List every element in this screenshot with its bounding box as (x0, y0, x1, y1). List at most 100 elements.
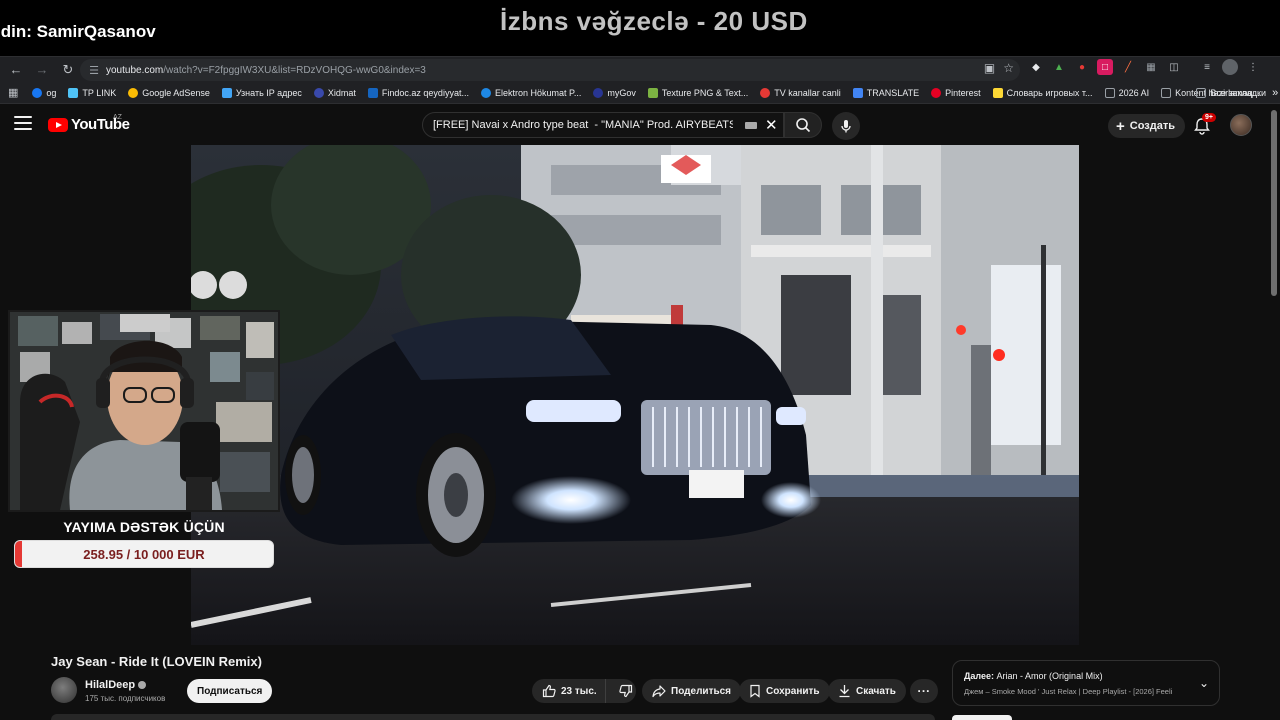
bookmark-favicon (593, 87, 604, 98)
create-label: Создать (1129, 120, 1176, 132)
bookmark-item[interactable]: Словарь игровых т... (987, 83, 1099, 103)
bookmark-favicon (128, 87, 139, 98)
create-button[interactable]: + Создать (1108, 114, 1186, 138)
download-icon (839, 685, 850, 698)
channel-name[interactable]: HilalDeep (85, 679, 147, 691)
page-scrollbar[interactable] (1271, 110, 1277, 296)
bookmark-favicon (313, 87, 324, 98)
bookmark-label: 2026 AI (1118, 87, 1150, 98)
media-control-icon[interactable]: ≡ (1199, 59, 1215, 75)
bookmark-item[interactable]: Pinterest (925, 83, 987, 103)
more-actions-button[interactable]: ... (910, 679, 938, 703)
donation-goal-text: 258.95 / 10 000 EUR (83, 546, 205, 562)
bookmark-item[interactable]: Elektron Hökumat P... (475, 83, 587, 103)
video-player[interactable] (191, 145, 1079, 645)
bookmark-item[interactable]: TV kanallar canli (754, 83, 847, 103)
bookmark-favicon (32, 87, 43, 98)
region-code: AZ (113, 114, 122, 121)
back-icon[interactable]: ← (4, 58, 28, 82)
save-button[interactable]: Сохранить (739, 679, 830, 703)
reload-icon[interactable]: ↻ (56, 58, 80, 82)
bookmark-item[interactable]: og (26, 83, 62, 103)
stream-support-label: YAYIMA DƏSTƏK ÜÇÜN (63, 519, 225, 535)
next-up-title: Далее: Arian - Amor (Original Mix) (964, 671, 1103, 681)
subscribe-button[interactable]: Подписаться (187, 679, 273, 703)
folder-icon (1104, 87, 1115, 98)
bookmark-item[interactable]: myGov (587, 83, 642, 103)
address-bar[interactable]: ☰ youtube.com/watch?v=F2fpggIW3XU&list=R… (80, 59, 1020, 81)
extension-icon[interactable]: ▲ (1051, 59, 1067, 75)
bookmark-item[interactable]: TRANSLATE (847, 83, 925, 103)
extension-icon[interactable]: ◆ (1028, 59, 1044, 75)
install-app-icon[interactable]: ▣ (984, 61, 995, 75)
more-horizontal-icon: ... (917, 681, 931, 695)
bookmark-item[interactable]: TP LINK (62, 83, 122, 103)
save-label: Сохранить (766, 685, 820, 697)
bookmark-label: og (46, 87, 57, 98)
bookmark-item[interactable]: Xidmat (308, 83, 362, 103)
autoplay-next-card[interactable]: Далее: Arian - Amor (Original Mix) Джем … (952, 660, 1220, 706)
share-icon (652, 685, 666, 698)
forward-icon[interactable]: → (30, 58, 54, 82)
subscriber-count: 175 тыс. подписчиков (85, 694, 166, 703)
channel-name-text: HilalDeep (85, 679, 136, 691)
extension-icon[interactable]: ● (1074, 59, 1090, 75)
thumbs-up-icon (542, 684, 556, 698)
next-up-subtitle: Джем – Smoke Mood ' Just Relax | Deep Pl… (964, 687, 1173, 696)
profile-icon[interactable] (1222, 59, 1238, 75)
filter-chip-edge[interactable] (952, 715, 1012, 720)
stream-ticker: ldin: SamirQasanov (0, 22, 156, 41)
stream-donation-alert: İzbns vəğzeclə - 20 USD (500, 6, 808, 36)
video-frame (191, 145, 1079, 645)
folder-icon (1161, 87, 1172, 98)
bookmark-favicon (367, 87, 378, 98)
extensions-puzzle-icon[interactable]: ◫ (1166, 59, 1182, 75)
thumbs-down-icon (619, 684, 632, 698)
bookmark-star-icon[interactable]: ☆ (1003, 61, 1014, 75)
bookmark-item[interactable]: Google AdSense (122, 83, 216, 103)
bookmark-favicon (992, 87, 1003, 98)
clear-search-icon[interactable]: ✕ (765, 116, 778, 134)
bookmark-folder[interactable]: 2026 AI (1099, 83, 1156, 103)
next-up-video-title: Arian - Amor (Original Mix) (996, 671, 1103, 681)
browser-toolbar: ← → ↻ ☰ youtube.com/watch?v=F2fpggIW3XU&… (0, 56, 1280, 82)
share-button[interactable]: Поделиться (642, 679, 742, 703)
bookmark-label: Узнать IP адрес (235, 87, 302, 98)
bookmark-favicon (760, 87, 771, 98)
bookmark-favicon (221, 87, 232, 98)
download-button[interactable]: Скачать (828, 679, 906, 703)
bookmark-item[interactable]: Findoc.az qeydiyyat... (362, 83, 475, 103)
folder-icon (1196, 88, 1207, 98)
site-info-icon[interactable]: ☰ (84, 60, 104, 80)
voice-search-button[interactable] (832, 112, 860, 140)
channel-avatar[interactable] (51, 677, 77, 703)
like-count: 23 тыс. (561, 685, 597, 697)
extension-icon[interactable]: ╱ (1120, 59, 1136, 75)
search-button[interactable] (784, 112, 822, 138)
share-label: Поделиться (671, 685, 732, 697)
stream-top-bar: ldin: SamirQasanov İzbns vəğzeclə - 20 U… (0, 0, 1280, 56)
streamer-webcam (8, 310, 280, 512)
extension-icon[interactable]: □ (1097, 59, 1113, 75)
dislike-button[interactable] (611, 679, 643, 703)
bookmark-item[interactable]: Texture PNG & Text... (642, 83, 754, 103)
bookmark-label: myGov (607, 87, 636, 98)
account-avatar[interactable] (1230, 114, 1252, 136)
apps-grid-icon[interactable]: ▦ (0, 83, 26, 103)
youtube-play-icon (48, 117, 68, 132)
like-button[interactable]: 23 тыс. (532, 679, 606, 703)
download-label: Скачать (856, 685, 896, 697)
webcam-frame (10, 312, 278, 510)
chevron-down-icon[interactable]: ⌄ (1199, 676, 1209, 690)
menu-icon[interactable] (14, 116, 32, 130)
bookmark-item[interactable]: Узнать IP адрес (216, 83, 308, 103)
url-text[interactable]: youtube.com/watch?v=F2fpggIW3XU&list=RDz… (106, 65, 426, 76)
extension-icon[interactable]: ▦ (1143, 59, 1159, 75)
bookmark-label: Google AdSense (142, 87, 210, 98)
bookmark-label: Texture PNG & Text... (661, 87, 749, 98)
menu-kebab-icon[interactable]: ⋮ (1245, 59, 1261, 75)
keyboard-icon[interactable] (745, 122, 757, 129)
search-input[interactable] (433, 119, 733, 131)
search-box: ✕ (422, 112, 784, 138)
all-bookmarks[interactable]: Все закладки (1190, 83, 1272, 103)
